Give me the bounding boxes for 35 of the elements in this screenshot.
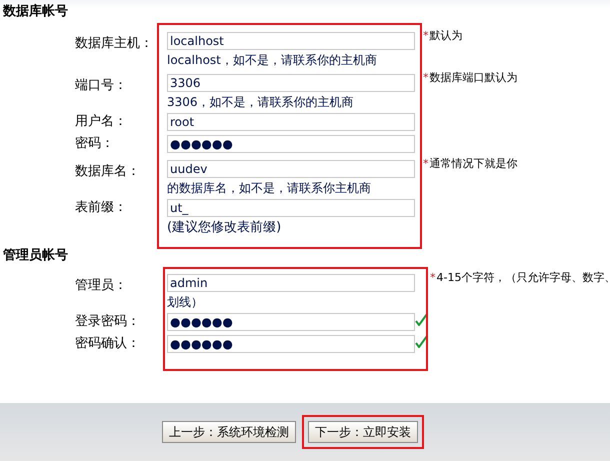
field-label: 数据库名： bbox=[74, 163, 140, 181]
field-note: 3306，如不是，请联系你的主机商 bbox=[167, 95, 354, 109]
step-button[interactable]: 上一步：系统环境检测 bbox=[162, 421, 296, 443]
field-label: 表前缀： bbox=[74, 199, 127, 217]
field-label: 数据库主机： bbox=[74, 35, 153, 53]
text-field[interactable]: 3306 bbox=[167, 74, 415, 92]
field-label: 端口号： bbox=[74, 77, 127, 95]
field-note: localhost，如不是，请联系你的主机商 bbox=[167, 53, 377, 67]
text-field[interactable]: localhost bbox=[167, 32, 415, 50]
section-heading: 管理员帐号 bbox=[2, 247, 69, 265]
text-field[interactable]: ●●●●●● bbox=[167, 335, 415, 353]
field-hint: 通常情况下就是你 bbox=[430, 157, 518, 171]
field-note: 划线） bbox=[167, 295, 203, 309]
text-field[interactable]: ●●●●●● bbox=[167, 313, 415, 331]
required-mark: * bbox=[423, 157, 428, 171]
field-label: 管理员： bbox=[74, 277, 127, 295]
section-heading: 数据库帐号 bbox=[2, 3, 69, 21]
field-label: 密码： bbox=[74, 135, 114, 153]
field-hint: 默认为 bbox=[430, 29, 462, 43]
text-field[interactable]: ut_ bbox=[167, 199, 415, 217]
field-note: (建议您修改表前缀) bbox=[167, 219, 282, 237]
required-mark: * bbox=[430, 271, 436, 285]
text-field[interactable]: root bbox=[167, 113, 415, 131]
field-hint: 4-15个字符，（只允许字母、数字、 bbox=[436, 271, 610, 285]
field-label: 登录密码： bbox=[74, 313, 140, 331]
field-label: 用户名： bbox=[74, 113, 127, 131]
required-mark: * bbox=[423, 29, 428, 43]
field-note: 的数据库名，如不是，请联系你主机商 bbox=[167, 181, 371, 195]
step-button[interactable]: 下一步：立即安装 bbox=[308, 421, 418, 443]
text-field[interactable]: admin bbox=[167, 274, 415, 292]
text-field[interactable]: ●●●●●● bbox=[167, 135, 415, 153]
required-mark: * bbox=[423, 71, 428, 85]
field-label: 密码确认： bbox=[74, 335, 140, 353]
text-field[interactable]: uudev bbox=[167, 160, 415, 178]
field-hint: 数据库端口默认为 bbox=[430, 71, 518, 85]
